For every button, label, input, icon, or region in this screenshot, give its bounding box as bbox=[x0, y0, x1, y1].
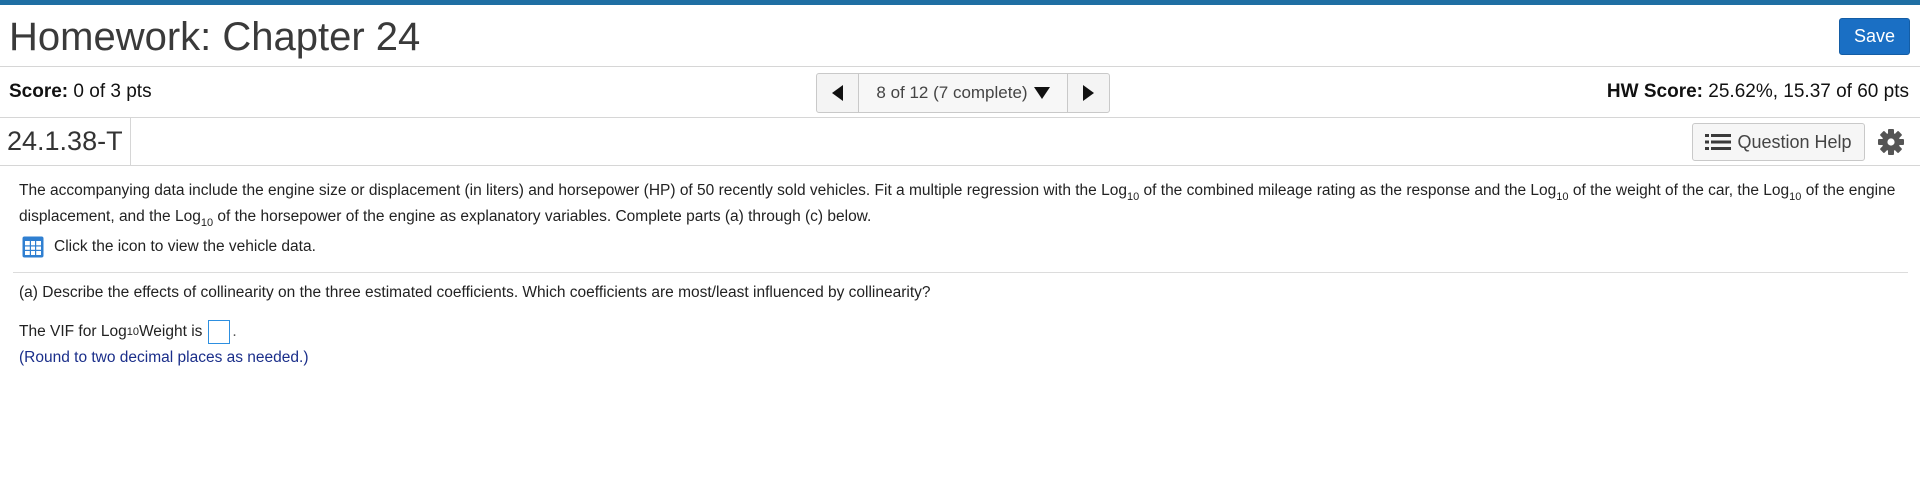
log-base-subscript: 10 bbox=[200, 217, 214, 229]
page-header: Homework: Chapter 24 Save bbox=[0, 5, 1920, 67]
hw-score-label: HW Score: bbox=[1606, 81, 1703, 102]
previous-question-button[interactable] bbox=[817, 74, 859, 112]
score: Score: 0 of 3 pts bbox=[9, 81, 152, 103]
question-content: The accompanying data include the engine… bbox=[19, 178, 1909, 260]
triangle-down-icon bbox=[1033, 87, 1050, 99]
question-id-divider bbox=[130, 118, 131, 165]
gear-icon[interactable] bbox=[1877, 128, 1905, 156]
next-question-button[interactable] bbox=[1067, 74, 1109, 112]
vif-text-pre: The VIF for Log bbox=[19, 323, 127, 340]
vehicle-data-link-text: Click the icon to view the vehicle data. bbox=[54, 238, 316, 255]
question-help-label: Question Help bbox=[1737, 131, 1852, 152]
triangle-left-icon bbox=[832, 85, 843, 101]
question-position: 8 of 12 (7 complete) bbox=[876, 83, 1028, 102]
log-base-subscript: 10 bbox=[1556, 191, 1569, 203]
question-id: 24.1.38-T bbox=[7, 126, 123, 156]
vif-answer-row: The VIF for Log 10 Weight is . bbox=[19, 320, 237, 344]
question-navigator: 8 of 12 (7 complete) bbox=[816, 73, 1110, 113]
save-button[interactable]: Save bbox=[1839, 18, 1910, 55]
score-bar: Score: 0 of 3 pts 8 of 12 (7 complete) H… bbox=[0, 67, 1920, 118]
vif-answer-input[interactable] bbox=[208, 320, 231, 344]
log-base-subscript: 10 bbox=[1789, 191, 1802, 203]
hw-score: HW Score: 25.62%, 15.37 of 60 pts bbox=[1607, 81, 1909, 103]
table-icon[interactable] bbox=[22, 236, 44, 258]
intro-text-1: The accompanying data include the engine… bbox=[19, 182, 1127, 199]
vehicle-data-link-row: Click the icon to view the vehicle data. bbox=[19, 234, 1909, 260]
list-icon bbox=[1705, 134, 1732, 150]
vif-text-post: Weight is bbox=[138, 323, 203, 340]
triangle-right-icon bbox=[1083, 85, 1094, 101]
part-a-question: (a) Describe the effects of collinearity… bbox=[19, 284, 931, 301]
question-selector-dropdown[interactable]: 8 of 12 (7 complete) bbox=[859, 74, 1067, 112]
question-bar: 24.1.38-T Question Help bbox=[0, 118, 1920, 166]
question-help-button[interactable]: Question Help bbox=[1692, 123, 1865, 161]
intro-text-3: of the weight of the car, the Log bbox=[1568, 182, 1790, 199]
question-intro: The accompanying data include the engine… bbox=[19, 178, 1909, 230]
section-divider bbox=[13, 272, 1908, 273]
score-label: Score: bbox=[9, 81, 69, 102]
intro-text-2: of the combined mileage rating as the re… bbox=[1139, 182, 1557, 199]
score-value: 0 of 3 pts bbox=[73, 81, 152, 102]
log-base-subscript: 10 bbox=[1126, 191, 1140, 203]
vif-period: . bbox=[232, 323, 237, 340]
rounding-hint: (Round to two decimal places as needed.) bbox=[19, 349, 309, 366]
page-title: Homework: Chapter 24 bbox=[9, 15, 421, 59]
intro-text-5: of the horsepower of the engine as expla… bbox=[213, 208, 872, 225]
hw-score-value: 25.62%, 15.37 of 60 pts bbox=[1708, 81, 1909, 102]
